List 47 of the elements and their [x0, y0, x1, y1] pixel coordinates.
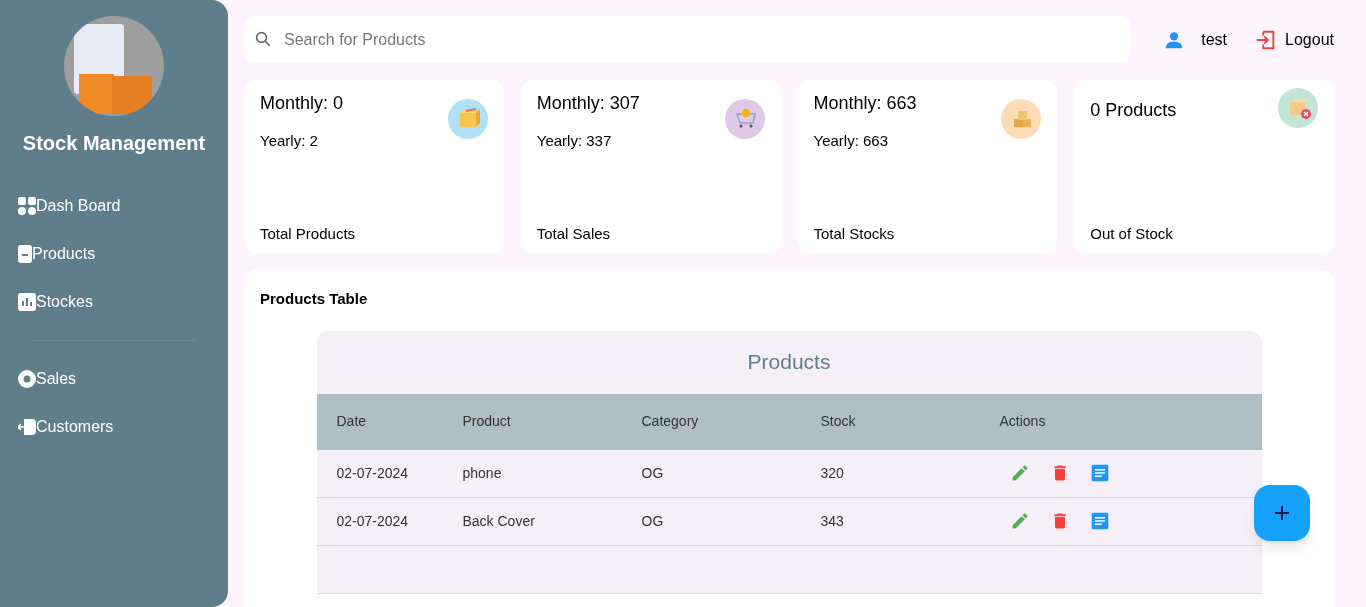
user-name: test — [1201, 29, 1228, 50]
card-label: Total Stocks — [813, 223, 896, 244]
nav-item[interactable]: Stockes — [18, 278, 210, 326]
exit-door-icon — [18, 418, 36, 436]
panel-title: Products Table — [260, 289, 369, 309]
document-icon — [1089, 463, 1110, 483]
document-icon — [1089, 511, 1110, 531]
bar-chart-icon — [18, 293, 36, 311]
nav-item[interactable]: Customers — [18, 403, 210, 451]
yearly-value: Yearly: 2 — [260, 131, 319, 151]
table-cell-text: 02-07-2024 — [336, 511, 410, 531]
count-value: 0 Products — [1090, 99, 1178, 122]
yearly-value: Yearly: 337 — [536, 131, 613, 151]
search-icon — [254, 30, 272, 48]
table-cell-text: phone — [462, 463, 503, 483]
grid-icon — [18, 197, 36, 215]
column-header: Actions — [999, 412, 1047, 431]
card-label: Total Products — [260, 223, 357, 244]
table-cell-text: OG — [641, 511, 665, 531]
table-cell-text: 320 — [820, 463, 845, 483]
add-button[interactable] — [1254, 485, 1310, 541]
details-button[interactable] — [1089, 463, 1110, 483]
nav-item[interactable]: Sales — [18, 355, 210, 403]
column-header: Product — [462, 412, 512, 431]
card-label: Out of Stock — [1090, 223, 1174, 244]
table-title: Products — [746, 349, 832, 376]
details-button[interactable] — [1089, 511, 1110, 531]
yearly-value: Yearly: 663 — [813, 131, 889, 151]
card-label: Total Sales — [536, 223, 612, 244]
table-cell-text: 343 — [820, 511, 845, 531]
document-icon — [18, 245, 32, 263]
table-cell-text: OG — [641, 463, 665, 483]
circle-icon — [18, 370, 36, 388]
monthly-value: Monthly: 663 — [813, 92, 918, 115]
column-header: Stock — [820, 412, 857, 431]
add-icon — [1273, 504, 1291, 522]
table-cell-text: Back Cover — [462, 511, 536, 531]
nav-item[interactable]: Dash Board — [18, 182, 210, 230]
column-header: Date — [336, 412, 368, 431]
monthly-value: Monthly: 0 — [260, 92, 345, 115]
table-cell-text: 02-07-2024 — [336, 463, 410, 483]
app-title: Stock Management — [22, 131, 206, 156]
monthly-value: Monthly: 307 — [536, 92, 641, 115]
logout-button[interactable]: Logout — [1255, 27, 1334, 52]
search-field[interactable]: Search for Products — [244, 16, 1132, 63]
column-header: Category — [641, 412, 700, 431]
nav-item[interactable]: Products — [18, 230, 210, 278]
